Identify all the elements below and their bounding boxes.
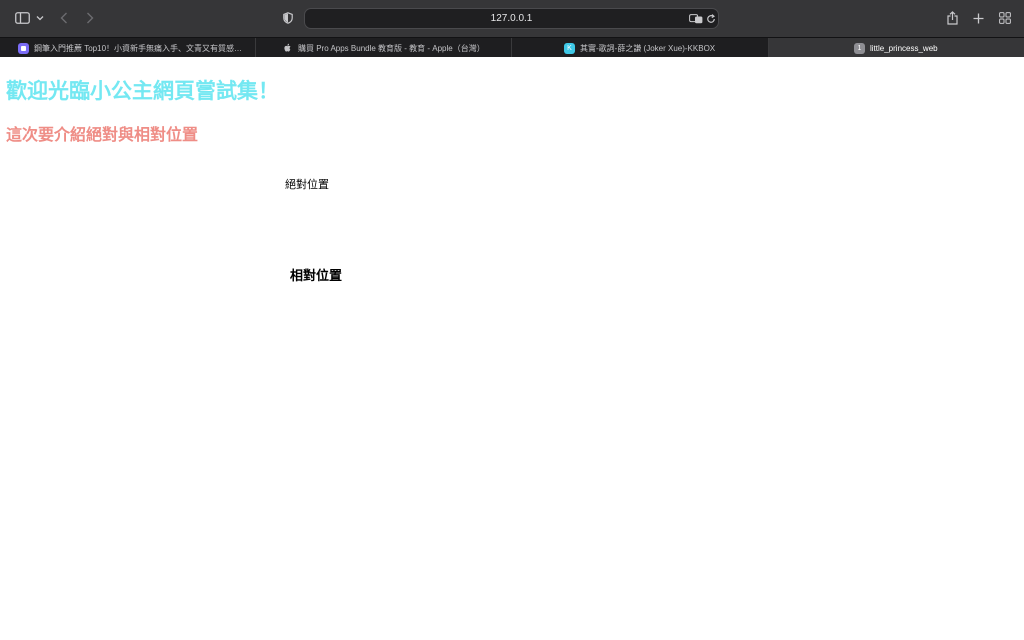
tab-overview-icon[interactable] [998, 11, 1012, 25]
web-page: 歡迎光臨小公主網頁嘗試集！ 這次要介紹絕對與相對位置 絕對位置 相對位置 [0, 57, 1024, 640]
reload-icon[interactable] [705, 13, 717, 25]
tab-bar: 鋼筆入門推薦 Top10！小資新手無痛入手、文青又有質感… 購買 Pro App… [0, 37, 1024, 58]
tab-title: 其實-歌詞-薛之謙 (Joker Xue)-KKBOX [580, 43, 716, 53]
relative-position-label: 相對位置 [290, 269, 343, 284]
tab-apple-pro-apps[interactable]: 購買 Pro Apps Bundle 教育版 - 教育 - Apple（台灣） [256, 38, 512, 58]
share-icon[interactable] [945, 10, 959, 26]
forward-icon[interactable] [84, 11, 96, 25]
translate-icon[interactable] [688, 13, 703, 25]
address-bar[interactable]: 127.0.0.1 [304, 8, 719, 29]
new-tab-icon[interactable] [971, 11, 985, 25]
tab-title: 購買 Pro Apps Bundle 教育版 - 教育 - Apple（台灣） [298, 43, 485, 53]
kkbox-favicon-icon: K [564, 42, 575, 54]
apple-logo-icon [282, 43, 293, 54]
tab-pen-recommendations[interactable]: 鋼筆入門推薦 Top10！小資新手無痛入手、文青又有質感… [0, 38, 256, 58]
back-icon[interactable] [58, 11, 70, 25]
browser-toolbar: 127.0.0.1 [0, 0, 1024, 37]
privacy-shield-icon[interactable] [282, 11, 294, 25]
chevron-down-icon[interactable] [35, 13, 45, 23]
address-text: 127.0.0.1 [490, 13, 533, 24]
absolute-position-label: 絕對位置 [285, 178, 329, 191]
tab-title: 鋼筆入門推薦 Top10！小資新手無痛入手、文青又有質感… [34, 43, 243, 53]
tab-number-badge-icon: 1 [854, 42, 865, 54]
tab-little-princess-web[interactable]: 1 little_princess_web [769, 38, 1024, 58]
page-subheading: 這次要介紹絕對與相對位置 [6, 125, 199, 144]
note-favicon-icon [18, 42, 29, 54]
page-heading: 歡迎光臨小公主網頁嘗試集！ [6, 78, 279, 103]
tab-kkbox-lyrics[interactable]: K 其實-歌詞-薛之謙 (Joker Xue)-KKBOX [512, 38, 769, 58]
sidebar-toggle-icon[interactable] [14, 11, 30, 25]
tab-title: little_princess_web [870, 43, 938, 53]
